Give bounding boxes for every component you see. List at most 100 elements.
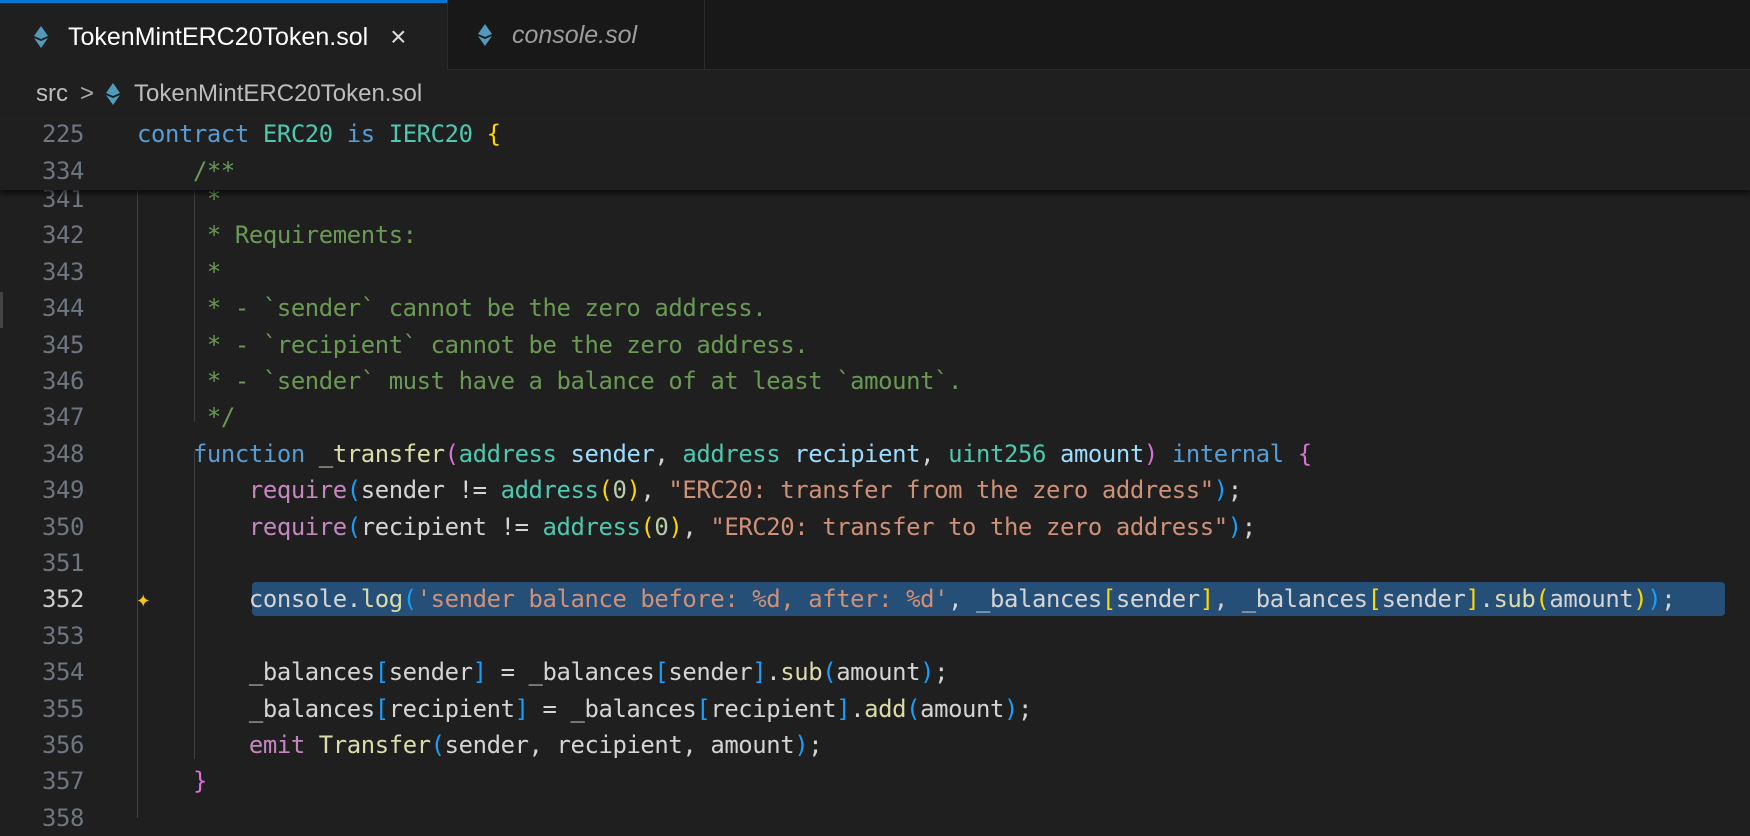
line-number: 355 (42, 694, 84, 723)
code-token: ] (514, 694, 529, 723)
code-line[interactable]: 354 _balances[sender] = _balances[sender… (0, 654, 1750, 690)
tab-bar: TokenMintERC20Token.sol × console.sol (0, 0, 1750, 71)
code-line[interactable]: 350 require(recipient != address(0), "ER… (0, 509, 1750, 545)
code-token: sender (1115, 585, 1200, 614)
scrollbar-marker (0, 292, 3, 328)
code-token: require (248, 476, 347, 505)
code-token: ( (906, 694, 921, 723)
code-token: sender (388, 658, 473, 687)
code-line[interactable]: 352 ✦ console.log('sender balance before:… (0, 581, 1750, 617)
code-line[interactable]: 357 } (0, 763, 1750, 799)
breadcrumb-folder[interactable]: src (36, 80, 68, 108)
line-text: require(sender != address(0), "ERC20: tr… (137, 472, 1242, 508)
line-number: 348 (42, 439, 84, 468)
code-token: add (864, 694, 907, 723)
code-token: address (682, 439, 781, 468)
code-token: { (1297, 439, 1312, 468)
code-token: address (542, 512, 641, 541)
line-text: } (137, 763, 207, 799)
code-line[interactable]: 349 require(sender != address(0), "ERC20… (0, 472, 1750, 508)
tab-console[interactable]: console.sol (447, 0, 705, 70)
breadcrumb-file[interactable]: TokenMintERC20Token.sol (134, 80, 422, 108)
code-token: [ (1101, 585, 1116, 614)
code-token: amount (920, 694, 1005, 723)
line-number: 357 (42, 767, 84, 796)
code-token: ) (1004, 694, 1018, 723)
line-number: 350 (42, 512, 84, 541)
sticky-scroll[interactable]: 225 contract ERC20 is IERC20 {334 /** (0, 116, 1750, 190)
code-token: * Requirements: (137, 221, 417, 250)
code-token: _transfer (318, 439, 445, 468)
tab-tokenmint[interactable]: TokenMintERC20Token.sol × (0, 0, 447, 71)
line-number: 351 (42, 549, 84, 577)
code-line[interactable]: 345 * - `recipient` cannot be the zero a… (0, 327, 1750, 363)
code-token: contract (137, 120, 249, 148)
code-token: ] (836, 694, 851, 723)
code-token: [ (696, 694, 711, 723)
close-icon[interactable]: × (390, 21, 406, 53)
code-token: 'sender balance before: %d, after: %d' (416, 585, 949, 614)
code-token: ) (668, 512, 683, 541)
code-token: [ (374, 694, 389, 723)
code-line[interactable]: 343 * (0, 254, 1750, 290)
code-token: ERC20 (262, 120, 333, 148)
code-token: } (192, 767, 207, 796)
code-line[interactable]: 353 (0, 618, 1750, 654)
line-number: 344 (42, 294, 84, 323)
tab-label: TokenMintERC20Token.sol (68, 22, 369, 51)
code-line[interactable]: 356 emit Transfer(sender, recipient, amo… (0, 727, 1750, 763)
code-token: ) (1647, 585, 1662, 614)
line-number: 225 (42, 120, 84, 148)
code-line[interactable]: 342 * Requirements: (0, 217, 1750, 253)
code-token: /** (192, 157, 235, 185)
code-token: sender (570, 439, 655, 468)
code-line[interactable]: 348 function _transfer(address sender, a… (0, 436, 1750, 472)
code-token: , (654, 439, 683, 468)
code-token: emit (248, 731, 305, 759)
code-token: ( (822, 658, 837, 687)
line-text: function _transfer(address sender, addre… (137, 436, 1312, 472)
line-number: 356 (42, 731, 84, 759)
code-token: IERC20 (388, 120, 473, 148)
code-token: ] (1465, 585, 1480, 614)
code-line[interactable]: 334 /** (0, 153, 1750, 189)
code-token: ( (346, 512, 361, 541)
code-token: address (458, 439, 557, 468)
code-token: ) (1633, 585, 1648, 614)
code-token: sub (780, 658, 823, 687)
line-number: 347 (42, 403, 84, 432)
code-token: ] (472, 658, 487, 687)
code-line[interactable]: 225 contract ERC20 is IERC20 { (0, 116, 1750, 152)
code-token: . (766, 658, 781, 687)
line-number: 354 (42, 658, 84, 687)
code-line[interactable]: 351 (0, 545, 1750, 581)
code-token: . (1479, 585, 1494, 614)
code-token: [ (654, 658, 669, 687)
code-token: ) (794, 731, 809, 759)
code-line[interactable]: 355 _balances[recipient] = _balances[rec… (0, 691, 1750, 727)
code-token: sender != (360, 476, 501, 505)
line-number: 342 (42, 221, 84, 250)
code-token: */ (137, 403, 235, 432)
code-line[interactable]: 347 */ (0, 399, 1750, 435)
code-token: sender (1381, 585, 1466, 614)
line-text: _balances[recipient] = _balances[recipie… (137, 691, 1033, 727)
code-token: * (137, 257, 221, 286)
code-token: Transfer (318, 731, 431, 759)
ethereum-icon (478, 24, 492, 46)
code-token: 0 (612, 476, 627, 505)
code-token: = _balances (486, 658, 655, 687)
code-token: 0 (654, 512, 669, 541)
code-line[interactable]: 346 * - `sender` must have a balance of … (0, 363, 1750, 399)
code-line[interactable]: 344 * - `sender` cannot be the zero addr… (0, 290, 1750, 326)
